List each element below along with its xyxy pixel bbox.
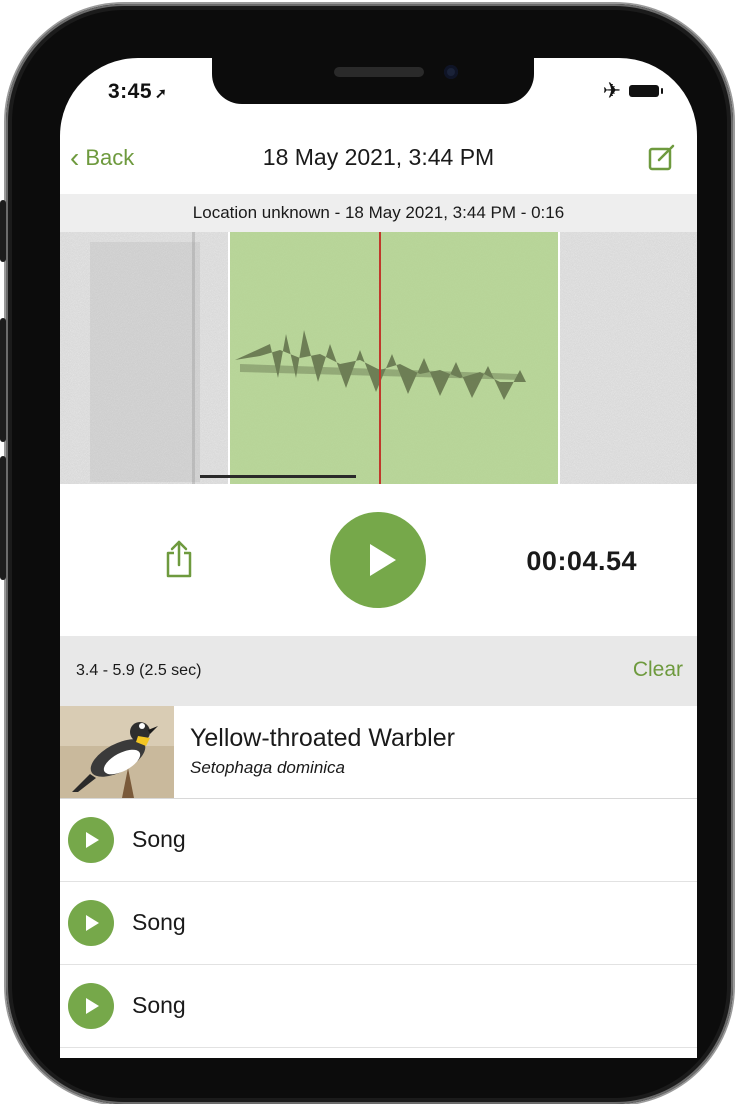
play-icon[interactable] (68, 900, 114, 946)
share-icon[interactable] (164, 539, 194, 579)
status-time: 3:45 ➚ (108, 80, 167, 104)
sound-label: Song (132, 909, 186, 935)
airplane-icon: ✈ (602, 78, 621, 103)
selection-range: 3.4 - 5.9 (2.5 sec) (76, 662, 202, 679)
sound-label: Song (132, 992, 186, 1018)
playback-controls: 00:04.54 (60, 484, 697, 636)
front-camera (444, 65, 458, 79)
play-button[interactable] (330, 512, 426, 608)
edit-icon[interactable] (647, 142, 677, 172)
bird-thumbnail (60, 706, 174, 798)
scroll-indicator[interactable] (200, 475, 356, 478)
sound-label: Song (132, 826, 186, 852)
species-result-row[interactable]: Yellow-throated Warbler Setophaga domini… (60, 706, 697, 799)
page-title: 18 May 2021, 3:44 PM (262, 144, 495, 170)
notch (212, 58, 534, 104)
navigation-bar: ‹ Back 18 May 2021, 3:44 PM (60, 140, 697, 176)
play-icon[interactable] (68, 983, 114, 1029)
species-scientific-name: Setophaga dominica (190, 758, 346, 777)
speaker-grille (334, 67, 424, 77)
spectrogram[interactable] (60, 232, 697, 484)
sound-row[interactable]: Song (60, 965, 697, 1048)
playhead[interactable] (379, 232, 381, 484)
species-common-name: Yellow-throated Warbler (190, 724, 455, 752)
phone-screen: 3:45 ➚ ✈ ‹ Back 18 May 2021, 3:44 PM Loca… (60, 58, 697, 1058)
status-icons: ✈ (602, 78, 663, 104)
sound-row[interactable]: Song (60, 882, 697, 965)
phone-side-button (0, 456, 6, 580)
selection-bar: 3.4 - 5.9 (2.5 sec) Clear (60, 636, 697, 706)
clear-button[interactable]: Clear (633, 658, 683, 682)
status-time-text: 3:45 (108, 80, 153, 103)
recording-info-bar: Location unknown - 18 May 2021, 3:44 PM … (60, 194, 697, 232)
battery-icon (629, 85, 663, 97)
phone-side-button (0, 318, 6, 442)
sound-row[interactable]: Song (60, 799, 697, 882)
play-icon[interactable] (68, 817, 114, 863)
location-arrow-icon: ➚ (155, 85, 168, 101)
phone-side-button (0, 200, 6, 262)
playback-timer: 00:04.54 (526, 546, 637, 576)
